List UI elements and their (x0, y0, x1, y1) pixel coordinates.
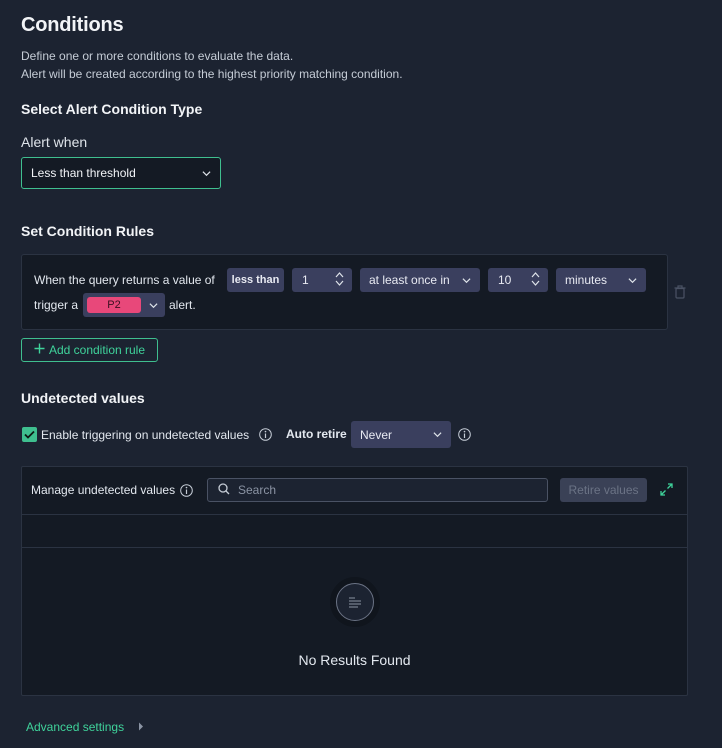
rule-prefix-text: When the query returns a value of (34, 273, 215, 287)
retire-values-button[interactable]: Retire values (560, 478, 647, 502)
alert-when-label: Alert when (21, 134, 88, 150)
condition-rule-card (21, 254, 668, 330)
window-stepper[interactable]: 10 (488, 268, 548, 292)
chevron-down-icon (628, 276, 637, 285)
frequency-select[interactable]: at least once in (360, 268, 480, 292)
stepper-arrows-icon[interactable] (335, 271, 344, 290)
alert-when-select[interactable]: Less than threshold (21, 157, 221, 189)
table-header-top-divider (22, 514, 687, 515)
plus-icon (34, 343, 45, 357)
condition-type-title: Select Alert Condition Type (21, 101, 203, 117)
enable-undetected-label[interactable]: Enable triggering on undetected values (41, 428, 249, 442)
threshold-value: 1 (302, 273, 309, 287)
auto-retire-select[interactable]: Never (351, 421, 451, 448)
advanced-settings-toggle[interactable]: Advanced settings (26, 720, 144, 734)
chevron-down-icon (433, 430, 442, 439)
add-condition-rule-label: Add condition rule (48, 343, 146, 357)
rule-suffix-text: alert. (169, 298, 196, 312)
priority-badge: P2 (87, 297, 141, 313)
chevron-down-icon (202, 169, 211, 178)
window-value: 10 (498, 273, 512, 287)
table-header-bottom-divider (22, 547, 687, 548)
undetected-values-title: Undetected values (21, 390, 145, 406)
expand-icon[interactable] (660, 483, 673, 501)
advanced-settings-label: Advanced settings (26, 720, 125, 734)
search-input[interactable]: Search (207, 478, 548, 502)
trash-icon[interactable] (674, 285, 686, 304)
priority-select[interactable]: P2 (83, 293, 165, 317)
auto-retire-value: Never (360, 427, 393, 442)
operator-select[interactable]: less than (227, 268, 284, 292)
auto-retire-label: Auto retire (286, 427, 347, 441)
add-condition-rule-button[interactable]: Add condition rule (21, 338, 158, 362)
alert-when-value: Less than threshold (31, 166, 136, 180)
search-icon (218, 482, 230, 498)
frequency-value: at least once in (369, 273, 450, 287)
chevron-down-icon (149, 301, 158, 310)
chevron-down-icon (462, 276, 471, 285)
condition-rules-title: Set Condition Rules (21, 223, 154, 239)
page-description-line-1: Define one or more conditions to evaluat… (21, 49, 294, 63)
empty-state-text: No Results Found (298, 652, 411, 668)
check-icon (24, 430, 35, 439)
info-icon[interactable] (458, 428, 471, 441)
page-description-line-2: Alert will be created according to the h… (21, 67, 403, 81)
page-title: Conditions (21, 14, 124, 36)
info-icon[interactable] (180, 484, 193, 497)
info-icon[interactable] (259, 428, 272, 441)
search-placeholder: Search (238, 483, 277, 497)
enable-undetected-checkbox[interactable] (22, 427, 37, 442)
caret-right-icon (138, 720, 144, 734)
window-unit-value: minutes (565, 273, 608, 287)
window-unit-select[interactable]: minutes (556, 268, 646, 292)
rule-trigger-text: trigger a (34, 298, 79, 312)
empty-state-icon (336, 583, 374, 621)
operator-value: less than (231, 274, 280, 286)
manage-undetected-label: Manage undetected values (31, 483, 176, 497)
threshold-stepper[interactable]: 1 (292, 268, 352, 292)
stepper-arrows-icon[interactable] (531, 271, 540, 290)
